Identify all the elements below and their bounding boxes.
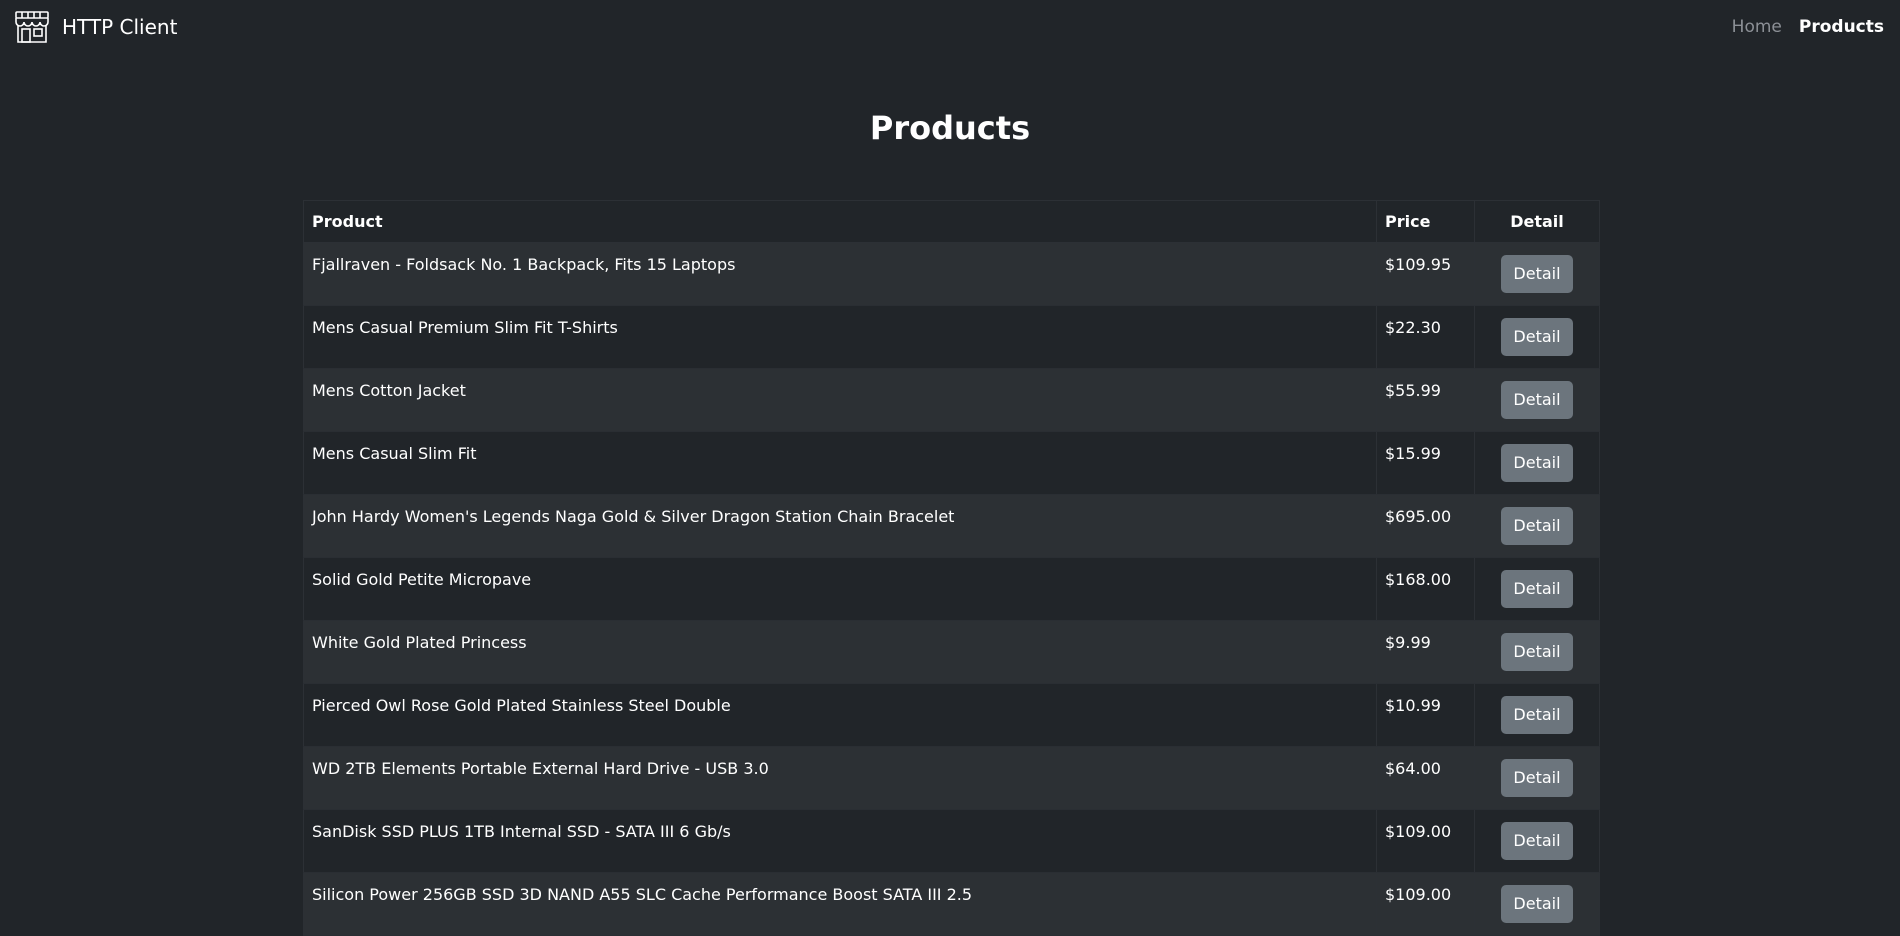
detail-cell: Detail <box>1474 368 1600 432</box>
column-header-price: Price <box>1376 200 1475 243</box>
detail-cell: Detail <box>1474 494 1600 558</box>
table-row: WD 2TB Elements Portable External Hard D… <box>303 746 1600 810</box>
detail-cell: Detail <box>1474 557 1600 621</box>
detail-button[interactable]: Detail <box>1501 759 1573 797</box>
brand-link[interactable]: HTTP Client <box>14 9 177 45</box>
detail-cell: Detail <box>1474 242 1600 306</box>
table-row: Mens Cotton Jacket $55.99 Detail <box>303 368 1600 432</box>
table-header-row: Product Price Detail <box>303 200 1600 243</box>
product-name-cell: Mens Cotton Jacket <box>303 368 1377 432</box>
product-price-cell: $109.00 <box>1376 809 1475 873</box>
detail-button[interactable]: Detail <box>1501 507 1573 545</box>
product-name-cell: White Gold Plated Princess <box>303 620 1377 684</box>
column-header-detail: Detail <box>1474 200 1600 243</box>
nav-link-products[interactable]: Products <box>1799 17 1884 37</box>
product-price-cell: $15.99 <box>1376 431 1475 495</box>
products-table: Product Price Detail Fjallraven - Foldsa… <box>303 200 1600 936</box>
nav-link-home[interactable]: Home <box>1732 17 1782 37</box>
product-price-cell: $10.99 <box>1376 683 1475 747</box>
product-price-cell: $64.00 <box>1376 746 1475 810</box>
product-name-cell: Mens Casual Slim Fit <box>303 431 1377 495</box>
detail-button[interactable]: Detail <box>1501 696 1573 734</box>
product-name-cell: SanDisk SSD PLUS 1TB Internal SSD - SATA… <box>303 809 1377 873</box>
product-price-cell: $9.99 <box>1376 620 1475 684</box>
detail-cell: Detail <box>1474 620 1600 684</box>
product-price-cell: $55.99 <box>1376 368 1475 432</box>
table-row: SanDisk SSD PLUS 1TB Internal SSD - SATA… <box>303 809 1600 873</box>
page-title: Products <box>869 109 1031 147</box>
detail-button[interactable]: Detail <box>1501 885 1573 923</box>
product-price-cell: $695.00 <box>1376 494 1475 558</box>
table-body: Fjallraven - Foldsack No. 1 Backpack, Fi… <box>303 242 1600 936</box>
product-name-cell: Silicon Power 256GB SSD 3D NAND A55 SLC … <box>303 872 1377 936</box>
product-name-cell: John Hardy Women's Legends Naga Gold & S… <box>303 494 1377 558</box>
product-price-cell: $168.00 <box>1376 557 1475 621</box>
detail-cell: Detail <box>1474 809 1600 873</box>
detail-button[interactable]: Detail <box>1501 822 1573 860</box>
products-table-container: Product Price Detail Fjallraven - Foldsa… <box>303 200 1600 936</box>
brand-title: HTTP Client <box>62 15 178 39</box>
table-row: John Hardy Women's Legends Naga Gold & S… <box>303 494 1600 558</box>
table-row: Fjallraven - Foldsack No. 1 Backpack, Fi… <box>303 242 1600 306</box>
detail-button[interactable]: Detail <box>1501 381 1573 419</box>
detail-cell: Detail <box>1474 683 1600 747</box>
detail-cell: Detail <box>1474 872 1600 936</box>
product-name-cell: Mens Casual Premium Slim Fit T-Shirts <box>303 305 1377 369</box>
nav-links: Home Products <box>1715 17 1884 37</box>
navbar: HTTP Client Home Products <box>0 0 1900 54</box>
detail-cell: Detail <box>1474 746 1600 810</box>
detail-cell: Detail <box>1474 305 1600 369</box>
product-name-cell: Pierced Owl Rose Gold Plated Stainless S… <box>303 683 1377 747</box>
detail-cell: Detail <box>1474 431 1600 495</box>
detail-button[interactable]: Detail <box>1501 318 1573 356</box>
product-price-cell: $109.00 <box>1376 872 1475 936</box>
detail-button[interactable]: Detail <box>1501 633 1573 671</box>
table-row: Silicon Power 256GB SSD 3D NAND A55 SLC … <box>303 872 1600 936</box>
detail-button[interactable]: Detail <box>1501 570 1573 608</box>
product-name-cell: WD 2TB Elements Portable External Hard D… <box>303 746 1377 810</box>
table-row: Solid Gold Petite Micropave $168.00 Detail <box>303 557 1600 621</box>
detail-button[interactable]: Detail <box>1501 255 1573 293</box>
table-row: Pierced Owl Rose Gold Plated Stainless S… <box>303 683 1600 747</box>
product-price-cell: $109.95 <box>1376 242 1475 306</box>
product-price-cell: $22.30 <box>1376 305 1475 369</box>
table-row: White Gold Plated Princess $9.99 Detail <box>303 620 1600 684</box>
product-name-cell: Solid Gold Petite Micropave <box>303 557 1377 621</box>
column-header-product: Product <box>303 200 1377 243</box>
table-row: Mens Casual Premium Slim Fit T-Shirts $22… <box>303 305 1600 369</box>
product-name-cell: Fjallraven - Foldsack No. 1 Backpack, Fi… <box>303 242 1377 306</box>
detail-button[interactable]: Detail <box>1501 444 1573 482</box>
table-row: Mens Casual Slim Fit $15.99 Detail <box>303 431 1600 495</box>
storefront-icon <box>14 9 50 45</box>
